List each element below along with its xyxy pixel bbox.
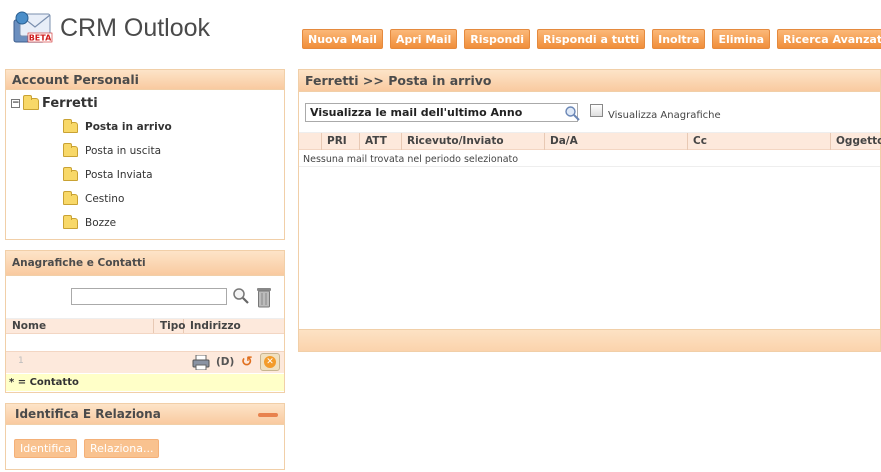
folder-label: Cestino	[85, 193, 125, 205]
visualizza-anagrafiche-label: Visualizza Anagrafiche	[608, 110, 721, 121]
folder-label: Posta in uscita	[85, 145, 162, 157]
folder-cestino[interactable]: Cestino	[63, 190, 125, 205]
account-panel-title: Account Personali	[6, 70, 284, 90]
anagrafiche-footer: 1 (D) ↺ ✕	[6, 351, 284, 373]
anagrafiche-panel-title: Anagrafiche e Contatti	[6, 251, 284, 276]
app-logo: BETA	[10, 8, 56, 48]
folder-label: Bozze	[85, 217, 117, 229]
elimina-button[interactable]: Elimina	[712, 29, 771, 49]
identifica-panel: Identifica E Relaziona Identifica Relazi…	[5, 403, 285, 470]
minimize-icon[interactable]	[258, 413, 278, 417]
d-label[interactable]: (D)	[216, 356, 234, 368]
col-att[interactable]: ATT	[359, 133, 401, 150]
folder-posta-in-arrivo[interactable]: Posta in arrivo	[63, 118, 172, 133]
app-title: CRM Outlook	[60, 14, 211, 42]
col-tipo[interactable]: Tipo	[154, 319, 186, 333]
relaziona-button[interactable]: Relaziona...	[84, 439, 160, 458]
folder-bozze[interactable]: Bozze	[63, 214, 117, 229]
mail-table-header: PRI ATT Ricevuto/Inviato Da/A Cc Oggetto	[299, 132, 881, 150]
col-nome[interactable]: Nome	[6, 319, 154, 333]
page-number[interactable]: 1	[18, 356, 24, 366]
folder-posta-in-uscita[interactable]: Posta in uscita	[63, 142, 162, 157]
col-cc[interactable]: Cc	[687, 133, 830, 150]
rispondi-button[interactable]: Rispondi	[464, 29, 530, 49]
col-ricevuto-inviato[interactable]: Ricevuto/Inviato	[401, 133, 544, 150]
empty-message: Nessuna mail trovata nel periodo selezio…	[303, 154, 519, 165]
folder-posta-inviata[interactable]: Posta Inviata	[63, 166, 153, 181]
folder-icon	[63, 118, 78, 133]
col-pri[interactable]: PRI	[321, 133, 359, 150]
period-filter-value: Visualizza le mail dell'ultimo Anno	[310, 106, 523, 119]
folder-icon	[63, 214, 78, 229]
folder-label: Posta Inviata	[85, 169, 153, 181]
col-oggetto[interactable]: Oggetto	[830, 133, 881, 150]
mail-panel: Ferretti >> Posta in arrivo Visualizza l…	[298, 69, 881, 352]
account-panel: Account Personali − Ferretti Posta in ar…	[5, 69, 285, 240]
search-icon[interactable]	[232, 287, 250, 305]
anagrafiche-table-header: Nome Tipo Indirizzo	[6, 318, 284, 334]
folder-icon	[63, 190, 78, 205]
visualizza-anagrafiche-checkbox[interactable]	[590, 104, 603, 117]
identifica-panel-header: Identifica E Relaziona	[6, 404, 284, 425]
col-indirizzo[interactable]: Indirizzo	[184, 319, 284, 333]
col-select	[299, 133, 321, 150]
anagrafiche-search-input[interactable]	[71, 288, 227, 305]
mail-panel-footer	[299, 329, 880, 351]
col-da-a[interactable]: Da/A	[544, 133, 687, 150]
identifica-panel-title: Identifica E Relaziona	[15, 407, 161, 421]
inoltra-button[interactable]: Inoltra	[652, 29, 706, 49]
rispondi-a-tutti-button[interactable]: Rispondi a tutti	[536, 29, 646, 49]
trash-icon[interactable]	[256, 286, 272, 308]
beta-badge: BETA	[29, 34, 52, 43]
collapse-icon[interactable]: −	[11, 99, 20, 108]
apri-mail-button[interactable]: Apri Mail	[389, 29, 458, 49]
close-icon: ✕	[264, 356, 276, 368]
row-divider	[299, 166, 880, 167]
folder-icon	[23, 94, 39, 110]
tree-root-label: Ferretti	[42, 96, 98, 111]
anagrafiche-panel: Anagrafiche e Contatti Nome Tipo Indiriz…	[5, 250, 285, 393]
nuova-mail-button[interactable]: Nuova Mail	[302, 29, 383, 49]
mail-breadcrumb: Ferretti >> Posta in arrivo	[299, 70, 880, 92]
refresh-icon[interactable]: ↺	[241, 354, 256, 370]
search-icon[interactable]	[564, 105, 580, 121]
folder-icon	[63, 142, 78, 157]
mail-toolbar: Nuova Mail Apri Mail Rispondi Rispondi a…	[302, 29, 881, 49]
contatto-legend: * = Contatto	[6, 374, 284, 391]
folder-icon	[63, 166, 78, 181]
printer-icon[interactable]	[192, 354, 210, 371]
period-filter-select[interactable]: Visualizza le mail dell'ultimo Anno	[305, 103, 580, 122]
tree-root-ferretti[interactable]: − Ferretti	[11, 94, 98, 111]
close-button[interactable]: ✕	[260, 353, 280, 371]
identifica-button[interactable]: Identifica	[14, 439, 78, 458]
folder-label: Posta in arrivo	[85, 121, 172, 133]
ricerca-avanzata-button[interactable]: Ricerca Avanzata	[777, 29, 881, 49]
